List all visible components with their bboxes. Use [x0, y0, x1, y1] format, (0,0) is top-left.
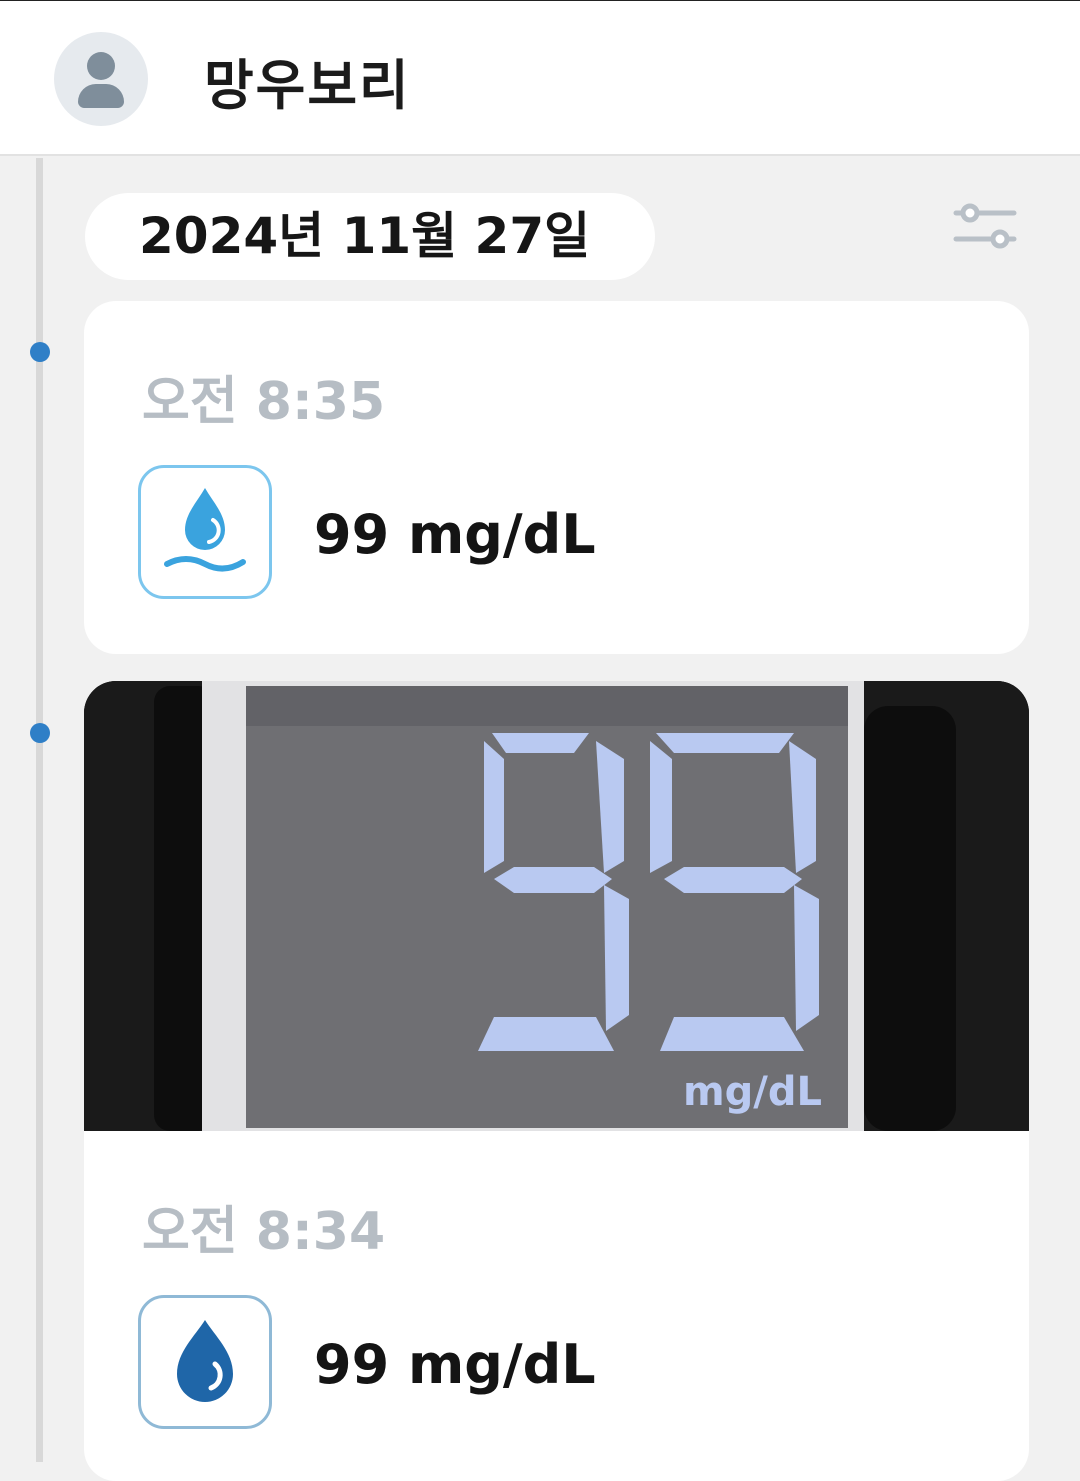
reading-value: 99 mg/dL: [314, 1333, 596, 1396]
app-header: 망우보리: [0, 0, 1080, 156]
water-drop-icon: [138, 1295, 272, 1429]
person-icon-head: [87, 52, 115, 80]
timeline-dot: [30, 723, 50, 743]
water-drop-waves-icon: [138, 465, 272, 599]
reading-card[interactable]: 오전 8:35 99 mg/dL: [84, 301, 1029, 654]
person-icon-body: [78, 84, 124, 108]
reading-value: 99 mg/dL: [314, 503, 596, 566]
profile-name[interactable]: 망우보리: [204, 41, 411, 120]
reading-time: 오전 8:34: [142, 1202, 386, 1262]
meter-unit-label: mg/dL: [683, 1069, 822, 1115]
reading-card[interactable]: mg/dL 오전 8:34 99 mg/dL: [84, 681, 1029, 1481]
reading-time: 오전 8:35: [142, 372, 386, 432]
profile-avatar[interactable]: [54, 32, 148, 126]
meter-photo[interactable]: mg/dL: [84, 681, 1029, 1131]
filter-icon[interactable]: [950, 200, 1020, 252]
date-header[interactable]: 2024년 11월 27일: [85, 193, 655, 280]
timeline-dot: [30, 342, 50, 362]
